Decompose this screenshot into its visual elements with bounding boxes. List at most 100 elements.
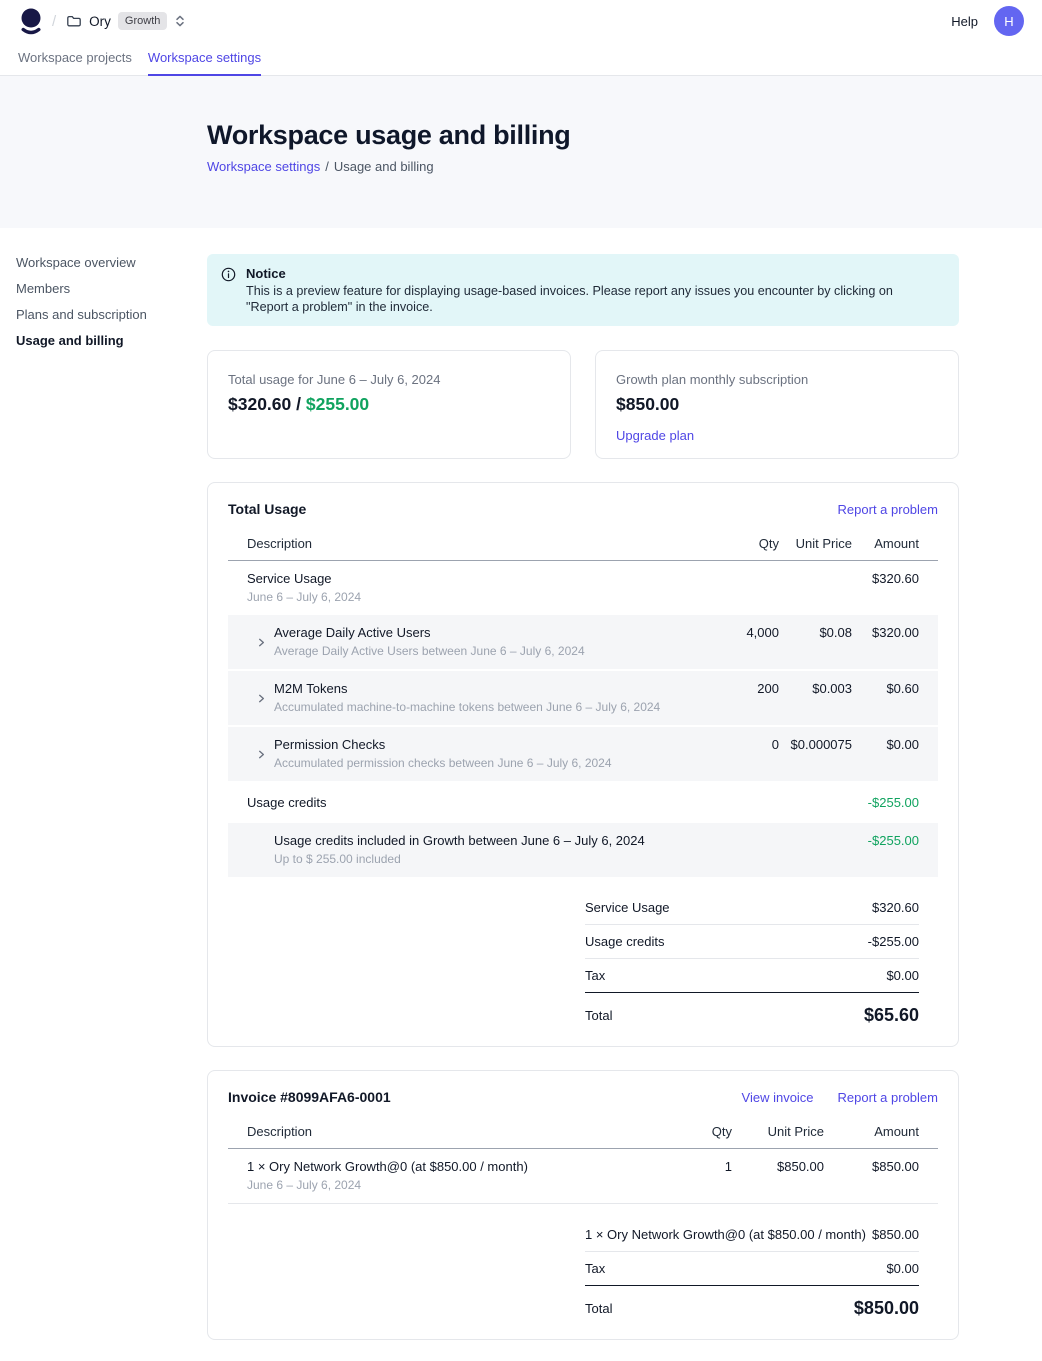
summary-cards-row: Total usage for June 6 – July 6, 2024 $3… (207, 350, 959, 459)
usage-amount-separator: / (296, 394, 301, 414)
total-value: $65.60 (864, 1005, 919, 1026)
row-name: Usage credits included in Growth between… (274, 833, 681, 849)
plan-card-label: Growth plan monthly subscription (616, 372, 938, 388)
table-header-row: Description Qty Unit Price Amount (228, 527, 938, 561)
summary-total-row: Total $850.00 (585, 1286, 919, 1319)
table-row-average-daily-active-users: Average Daily Active Users Average Daily… (228, 615, 938, 669)
upgrade-plan-link[interactable]: Upgrade plan (616, 428, 694, 443)
topbar-slash-separator: / (52, 13, 56, 30)
total-label: Total (585, 1301, 612, 1316)
main-area: Workspace overview Members Plans and sub… (0, 228, 1042, 1356)
cell-description-text: M2M Tokens Accumulated machine-to-machin… (274, 681, 660, 715)
table-row-service-usage: Service Usage June 6 – July 6, 2024 $320… (228, 561, 938, 615)
cell-description: Permission Checks Accumulated permission… (247, 737, 681, 771)
sidebar-item-workspace-overview[interactable]: Workspace overview (16, 256, 207, 269)
plan-card-price: $850.00 (616, 393, 938, 416)
summary-label: Tax (585, 1261, 605, 1276)
total-usage-card: Total Usage Report a problem Description… (207, 482, 959, 1047)
usage-card-value: $320.60 / $255.00 (228, 393, 550, 416)
total-usage-table: Description Qty Unit Price Amount Servic… (228, 527, 938, 877)
help-link[interactable]: Help (951, 14, 978, 29)
avatar[interactable]: H (994, 6, 1024, 36)
usage-summary: Service Usage $320.60 Usage credits -$25… (585, 891, 919, 1026)
cell-description: 1 × Ory Network Growth@0 (at $850.00 / m… (247, 1159, 672, 1193)
invoice-card: Invoice #8099AFA6-0001 View invoice Repo… (207, 1070, 959, 1340)
tab-workspace-settings[interactable]: Workspace settings (148, 42, 261, 76)
expand-chevron-icon[interactable] (256, 749, 267, 760)
total-label: Total (585, 1008, 612, 1023)
table-header-row: Description Qty Unit Price Amount (228, 1115, 938, 1149)
summary-value: $320.60 (872, 900, 919, 915)
cell-amount: -$255.00 (852, 795, 919, 811)
cell-description: Average Daily Active Users Average Daily… (247, 625, 681, 659)
view-invoice-link[interactable]: View invoice (742, 1090, 814, 1105)
row-period: June 6 – July 6, 2024 (247, 590, 681, 605)
cell-qty: 0 (681, 737, 779, 753)
cell-description: Service Usage June 6 – July 6, 2024 (247, 571, 681, 605)
cell-description-text: Average Daily Active Users Average Daily… (274, 625, 585, 659)
total-usage-summary-card: Total usage for June 6 – July 6, 2024 $3… (207, 350, 571, 459)
tab-bar: Workspace projects Workspace settings (0, 42, 1042, 76)
report-problem-link[interactable]: Report a problem (838, 1090, 938, 1105)
summary-label: Usage credits (585, 934, 664, 949)
usage-amount-used: $320.60 (228, 394, 291, 414)
breadcrumb-separator: / (325, 159, 329, 174)
content-column: Notice This is a preview feature for dis… (207, 228, 959, 1356)
col-qty: Qty (681, 536, 779, 552)
cell-unit-price: $0.003 (779, 681, 852, 697)
cell-unit-price: $850.00 (732, 1159, 824, 1175)
row-description: Average Daily Active Users between June … (274, 644, 585, 659)
col-unit-price: Unit Price (732, 1124, 824, 1140)
summary-value: -$255.00 (868, 934, 919, 949)
breadcrumb: Workspace settings / Usage and billing (207, 159, 1042, 174)
cell-amount: $0.60 (852, 681, 919, 697)
row-name: Usage credits (247, 795, 681, 811)
cell-description: Usage credits (247, 795, 681, 811)
summary-label: 1 × Ory Network Growth@0 (at $850.00 / m… (585, 1227, 866, 1242)
row-name: M2M Tokens (274, 681, 660, 697)
cell-qty: 4,000 (681, 625, 779, 641)
page-header: Workspace usage and billing Workspace se… (0, 76, 1042, 228)
row-description: Accumulated machine-to-machine tokens be… (274, 700, 660, 715)
breadcrumb-link-workspace-settings[interactable]: Workspace settings (207, 159, 320, 174)
cell-description-text: Usage credits included in Growth between… (274, 833, 681, 867)
notice-text: Notice This is a preview feature for dis… (246, 265, 937, 315)
workspace-switcher[interactable]: Ory Growth (66, 12, 186, 30)
folder-icon (66, 13, 82, 29)
summary-value: $850.00 (872, 1227, 919, 1242)
workspace-name: Ory (89, 14, 111, 29)
ory-logo[interactable] (20, 8, 42, 35)
row-name: Permission Checks (274, 737, 612, 753)
summary-row-usage-credits: Usage credits -$255.00 (585, 925, 919, 959)
sidebar-item-plans-and-subscription[interactable]: Plans and subscription (16, 308, 207, 321)
row-period: June 6 – July 6, 2024 (247, 1178, 672, 1193)
usage-amount-credit: $255.00 (306, 394, 369, 414)
cell-unit-price: $0.000075 (779, 737, 852, 753)
table-row-m2m-tokens: M2M Tokens Accumulated machine-to-machin… (228, 671, 938, 725)
summary-row-tax: Tax $0.00 (585, 959, 919, 993)
cell-description: M2M Tokens Accumulated machine-to-machin… (247, 681, 681, 715)
settings-sidebar: Workspace overview Members Plans and sub… (0, 228, 207, 360)
cell-qty: 1 (672, 1159, 732, 1175)
topbar-right: Help H (951, 6, 1024, 36)
chevron-updown-icon (174, 14, 186, 28)
cell-unit-price: $0.08 (779, 625, 852, 641)
cell-amount: -$255.00 (852, 833, 919, 849)
topbar-left: / Ory Growth (20, 8, 186, 35)
summary-row-line-item: 1 × Ory Network Growth@0 (at $850.00 / m… (585, 1218, 919, 1252)
breadcrumb-current: Usage and billing (334, 159, 434, 174)
tab-workspace-projects[interactable]: Workspace projects (18, 42, 132, 76)
sidebar-item-usage-and-billing[interactable]: Usage and billing (16, 334, 207, 347)
page-title: Workspace usage and billing (207, 120, 1042, 150)
row-description: Up to $ 255.00 included (274, 852, 681, 867)
col-unit-price: Unit Price (779, 536, 852, 552)
col-description: Description (247, 1124, 672, 1139)
cell-amount: $850.00 (824, 1159, 919, 1175)
expand-chevron-icon[interactable] (256, 693, 267, 704)
info-icon (221, 267, 236, 315)
expand-chevron-icon[interactable] (256, 637, 267, 648)
row-name: Average Daily Active Users (274, 625, 585, 641)
sidebar-item-members[interactable]: Members (16, 282, 207, 295)
col-description: Description (247, 536, 681, 551)
report-problem-link[interactable]: Report a problem (838, 502, 938, 517)
